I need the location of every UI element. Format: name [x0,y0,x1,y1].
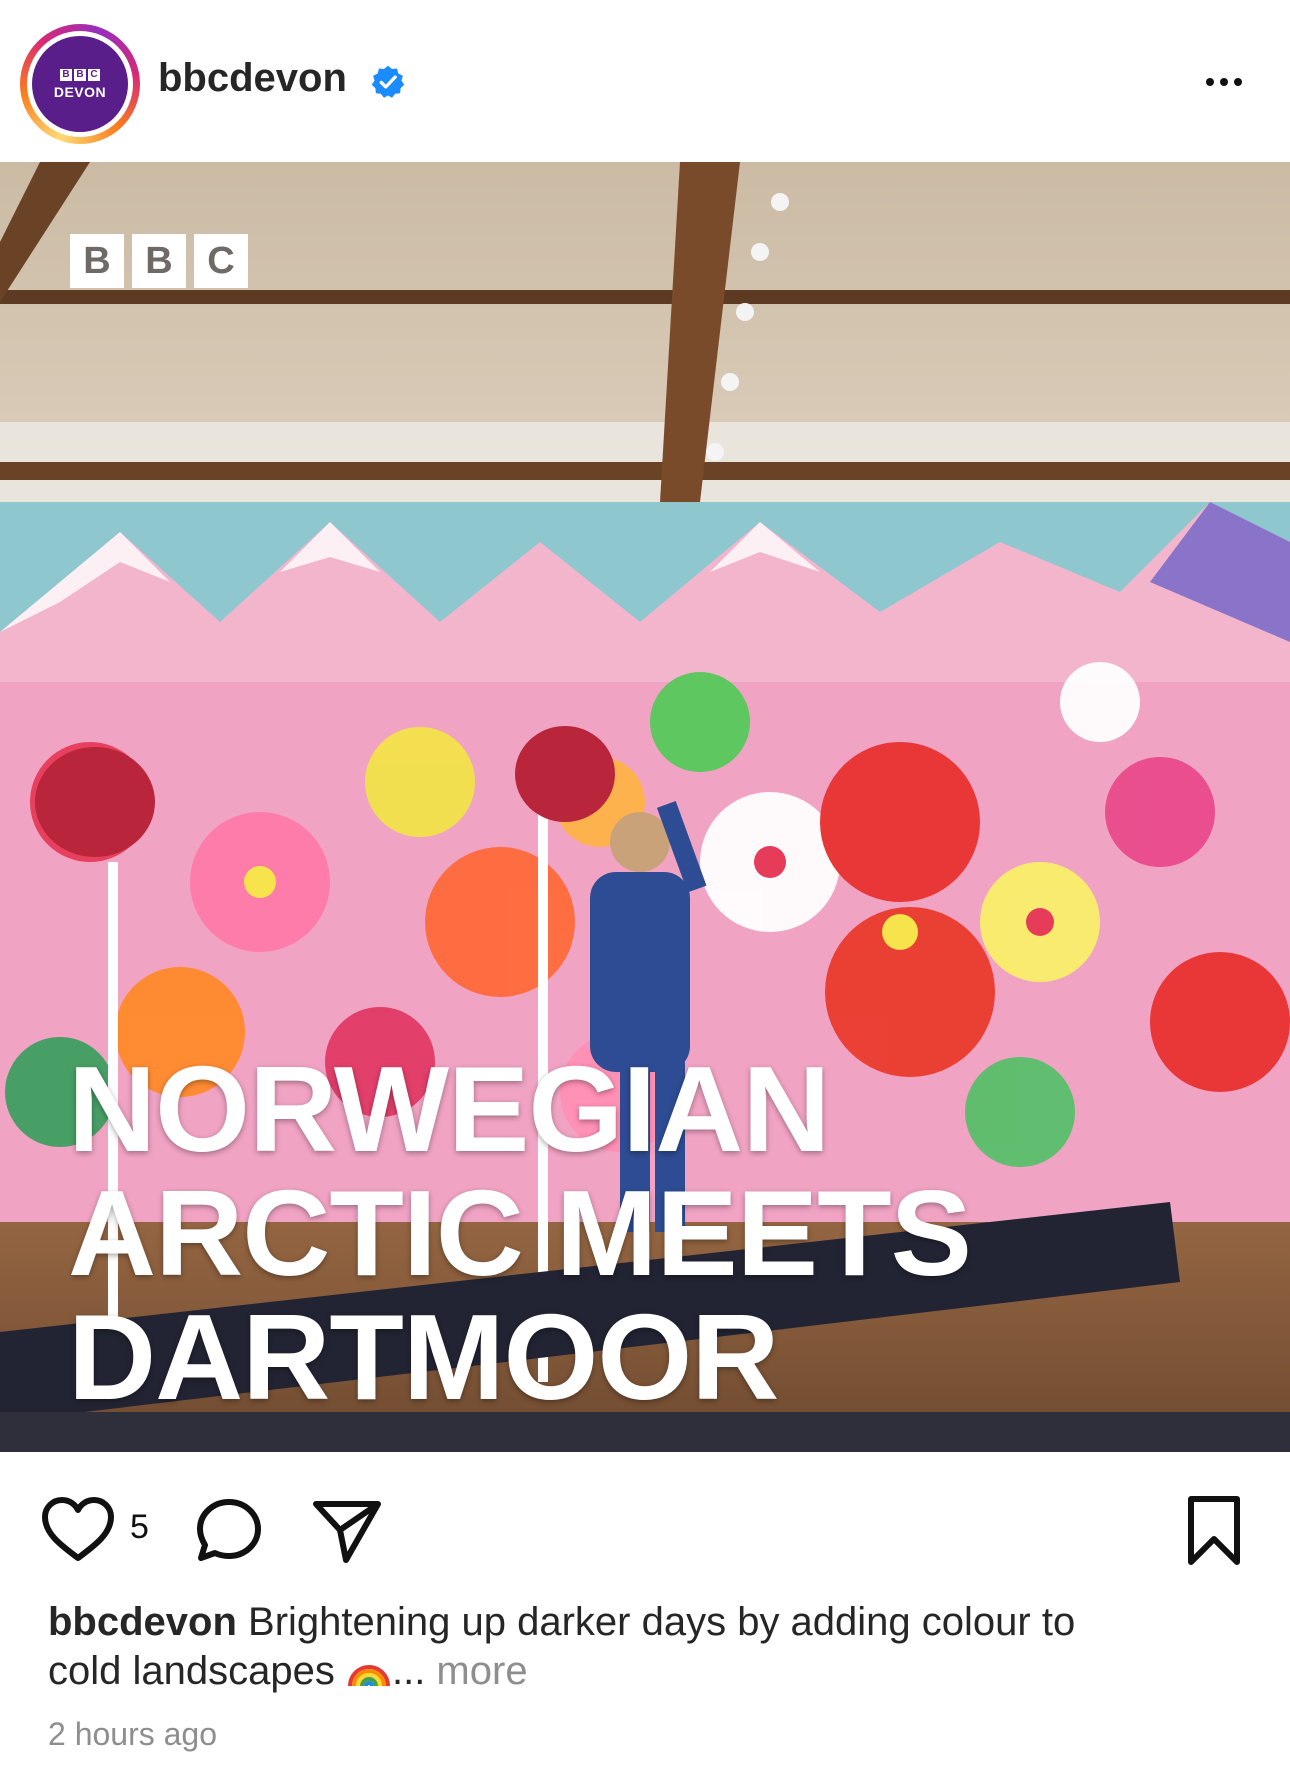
like-count[interactable]: 5 [130,1508,149,1547]
post-header: B B C DEVON bbcdevon [0,0,1290,162]
post-image[interactable]: B B C NORWEGIAN ARCTIC MEETS DARTMOOR [0,162,1290,1452]
username-link[interactable]: bbcdevon [158,56,347,101]
share-icon[interactable] [310,1496,384,1566]
avatar-label: DEVON [53,83,107,100]
dot-icon [1220,78,1228,86]
verified-badge-icon [371,65,405,98]
dot-icon [1206,78,1214,86]
dot-icon [1234,78,1242,86]
headline-line: DARTMOOR [68,1289,779,1425]
comment-icon[interactable] [194,1496,264,1566]
avatar[interactable]: B B C DEVON [32,36,128,132]
post-headline: NORWEGIAN ARCTIC MEETS DARTMOOR [68,1047,1218,1419]
bbc-logo: B B C [70,234,248,288]
headline-line: NORWEGIAN [68,1041,830,1177]
post-caption: bbcdevon Brightening up darker days by a… [48,1598,1258,1695]
caption-ellipsis: ... [391,1649,426,1693]
caption-username[interactable]: bbcdevon [48,1600,237,1644]
bookmark-icon[interactable] [1184,1494,1244,1568]
story-ring[interactable]: B B C DEVON [20,24,140,144]
caption-text: cold landscapes [48,1649,346,1693]
more-link[interactable]: more [425,1649,527,1693]
rainbow-icon [347,1665,390,1687]
headline-line: ARCTIC MEETS [68,1165,972,1301]
avatar-bbc-logo: B B C [60,68,100,81]
heart-icon[interactable] [40,1496,116,1564]
caption-text: Brightening up darker days by adding col… [236,1600,1076,1644]
post-timestamp: 2 hours ago [48,1716,218,1752]
more-options-button[interactable] [1196,58,1252,106]
action-bar [0,1452,1290,1612]
